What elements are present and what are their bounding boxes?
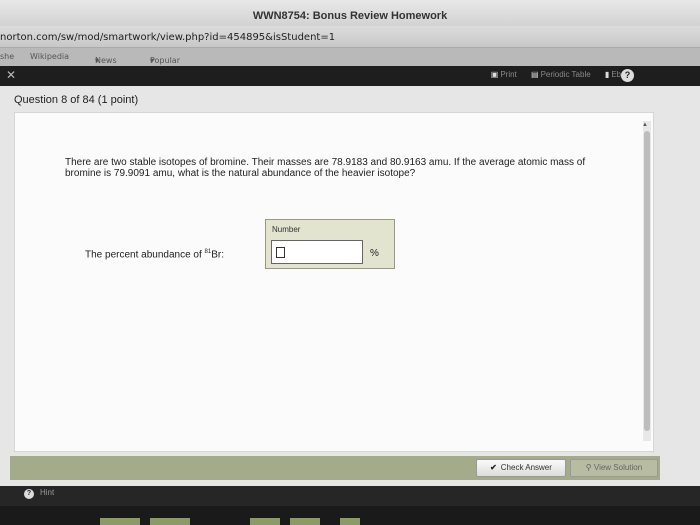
question-header: Question 8 of 84 (1 point): [14, 94, 139, 106]
bookmark-wikipedia[interactable]: Wikipedia: [30, 52, 69, 61]
checkmark-icon: ✔: [490, 463, 497, 472]
footer-block: [250, 518, 280, 525]
hint-label: Hint: [40, 488, 55, 497]
chevron-down-icon: ▾: [150, 56, 155, 65]
number-label: Number: [272, 225, 301, 234]
chevron-down-icon: ▾: [95, 56, 100, 65]
question-page: Question 8 of 84 (1 point) There are two…: [0, 86, 700, 486]
check-answer-button[interactable]: ✔ Check Answer: [476, 459, 566, 477]
hint-button[interactable]: ? Hint: [24, 488, 54, 499]
app-toolbar: ✕ ▣Print ▤Periodic Table ▮Ebook ?: [0, 66, 700, 86]
footer-block: [100, 518, 140, 525]
answer-action-bar: ✔ Check Answer ⚲ View Solution: [10, 456, 660, 480]
footer-block: [150, 518, 190, 525]
scroll-up-icon[interactable]: ▲: [642, 122, 648, 128]
book-icon: ▮: [604, 70, 610, 79]
bookmark-she[interactable]: she: [0, 52, 14, 61]
scrollbar-thumb[interactable]: [644, 131, 650, 431]
answer-label-prefix: The percent abundance of: [85, 249, 205, 261]
vertical-scrollbar[interactable]: ▲: [642, 121, 651, 441]
periodic-table-button[interactable]: ▤ Periodic Table: [531, 70, 591, 79]
answer-label: The percent abundance of 81Br:: [85, 249, 224, 260]
question-text: There are two stable isotopes of bromine…: [65, 157, 586, 179]
question-panel: There are two stable isotopes of bromine…: [14, 112, 654, 452]
view-solution-label: View Solution: [593, 463, 643, 472]
footer-block: [340, 518, 360, 525]
bookmark-popular-label: Popular: [150, 56, 180, 65]
address-bar[interactable]: norton.com/sw/mod/smartwork/view.php?id=…: [0, 26, 700, 48]
answer-label-element: Br:: [211, 249, 224, 261]
logo-icon: ✕: [6, 68, 17, 82]
text-cursor: [276, 247, 285, 258]
window-title: WWN8754: Bonus Review Homework: [252, 10, 448, 22]
answer-box: Number %: [265, 219, 395, 269]
footer-block: [290, 518, 320, 525]
hint-icon: ?: [24, 489, 34, 499]
print-label: Print: [500, 70, 517, 79]
table-icon: ▤: [531, 70, 539, 79]
percent-unit: %: [370, 248, 379, 259]
hint-bar: ? Hint: [0, 486, 700, 506]
view-solution-button[interactable]: ⚲ View Solution: [570, 459, 658, 477]
periodic-table-label: Periodic Table: [540, 70, 591, 79]
bookmarks-bar: she Wikipedia News ▾ Popular ▾: [0, 48, 700, 66]
footer-strip: [0, 506, 700, 525]
help-icon[interactable]: ?: [621, 69, 634, 82]
toolbar-tools: ▣Print ▤Periodic Table ▮Ebook: [479, 70, 634, 79]
print-button[interactable]: ▣ Print: [491, 70, 517, 79]
lightbulb-icon: ⚲: [585, 463, 594, 472]
printer-icon: ▣: [490, 70, 499, 79]
url-text[interactable]: norton.com/sw/mod/smartwork/view.php?id=…: [0, 32, 335, 43]
check-answer-label: Check Answer: [500, 463, 552, 472]
